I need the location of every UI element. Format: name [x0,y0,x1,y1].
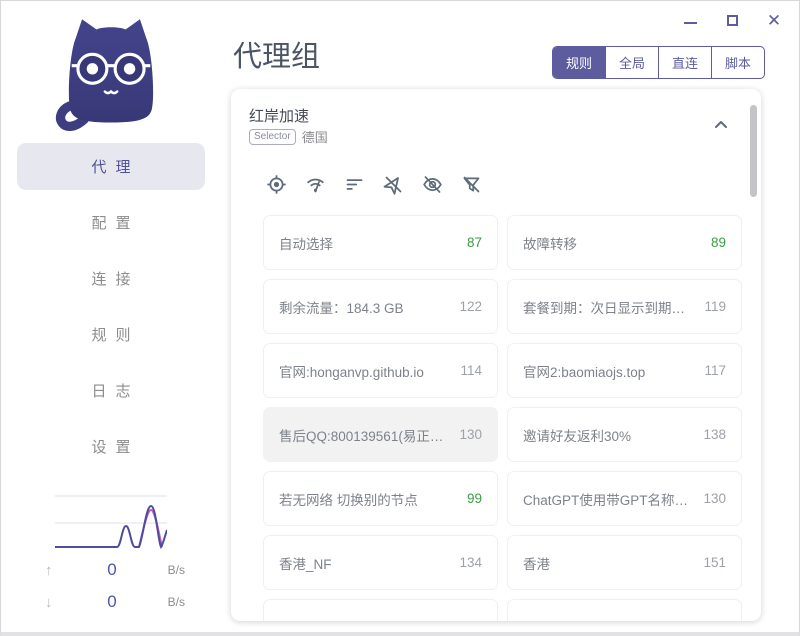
filter-off-icon[interactable] [460,173,482,195]
proxy-name: 售后QQ:800139561(易正… [279,428,444,444]
proxy-name: 香港_NF [279,556,332,572]
proxy-card[interactable]: 剩余流量：184.3 GB 122 [263,279,498,334]
proxy-latency: 119 [704,299,726,314]
proxy-card[interactable]: 自动选择 87 [263,215,498,270]
proxy-name: 故障转移 [523,236,577,252]
proxy-card[interactable]: 香港 151 [507,535,742,590]
upload-value: 0 [107,560,117,579]
proxy-latency: 130 [459,427,482,442]
mode-tabs: 规则 全局 直连 脚本 [551,46,765,79]
proxy-name: 自动选择 [279,236,333,252]
proxy-card[interactable]: 若无网络 切换别的节点 99 [263,471,498,526]
proxy-latency: 130 [703,491,726,506]
collapse-group-button[interactable] [709,113,733,137]
upload-arrow-icon: ↑ [45,561,53,579]
proxy-name: ChatGPT使用带GPT名称… [523,492,689,508]
sidebar-nav: 代理 配置 连接 规则 日志 设置 [1,143,221,470]
sidebar-item-connections[interactable]: 连接 [17,255,205,302]
proxy-latency: 87 [466,235,482,250]
minimize-icon [683,22,697,24]
proxy-latency: 117 [704,363,726,378]
close-icon: ✕ [766,10,782,30]
proxy-card[interactable]: 邀请好友返利30% 138 [507,407,742,462]
proxy-card[interactable]: 香港_NF 134 [263,535,498,590]
chevron-up-icon [715,121,727,128]
proxy-card[interactable]: 官网:honganvp.github.io 114 [263,343,498,398]
proxy-latency: 114 [460,363,482,378]
proxy-card[interactable]: 套餐到期：次日显示到期… 119 [507,279,742,334]
download-value: 0 [107,592,117,611]
proxy-latency: 122 [459,299,482,314]
main-area: 代理组 规则 全局 直连 脚本 红岸加速 Selector 德国 自动选择 87… [221,1,800,632]
upload-unit: B/s [167,563,185,577]
proxy-name: 若无网络 切换别的节点 [279,492,418,508]
proxy-latency: 99 [466,491,482,506]
proxy-latency: 134 [459,555,482,570]
proxy-card-partial[interactable] [507,599,742,621]
proxy-name: 剩余流量：184.3 GB [279,300,404,316]
proxy-hidden-icon[interactable] [382,173,404,195]
tab-script[interactable]: 脚本 [710,47,764,78]
traffic-graph [55,495,167,549]
sidebar-item-proxies[interactable]: 代理 [17,143,205,190]
download-row: ↓ 0 B/s [45,592,185,612]
sidebar-item-logs[interactable]: 日志 [17,367,205,414]
proxy-name: 官网:honganvp.github.io [279,364,424,380]
group-toolbar [265,173,482,195]
window-controls: ✕ [681,11,783,29]
sort-icon[interactable] [343,173,365,195]
maximize-icon [726,14,738,26]
sidebar: 代理 配置 连接 规则 日志 设置 ↑ 0 B/s ↓ 0 B/s [1,1,221,632]
group-name: 红岸加速 [249,108,310,125]
proxy-name: 官网2:baomiaojs.top [523,364,646,380]
traffic-widget: ↑ 0 B/s ↓ 0 B/s [1,486,221,624]
proxy-name: 香港 [523,556,550,572]
page-title: 代理组 [233,41,321,73]
download-arrow-icon: ↓ [45,593,53,611]
sidebar-item-rules[interactable]: 规则 [17,311,205,358]
proxy-group-panel: 红岸加速 Selector 德国 自动选择 87 故障转移 89 剩余流量：18… [231,89,761,621]
proxy-latency: 138 [703,427,726,442]
group-current-node: 德国 [301,130,328,145]
proxy-card[interactable]: 故障转移 89 [507,215,742,270]
proxy-card[interactable]: 售后QQ:800139561(易正… 130 [263,407,498,462]
panel-scrollbar[interactable] [750,105,757,197]
sidebar-item-profiles[interactable]: 配置 [17,199,205,246]
minimize-button[interactable] [681,11,699,29]
upload-row: ↑ 0 B/s [45,560,185,580]
close-button[interactable]: ✕ [765,11,783,29]
proxy-card[interactable]: ChatGPT使用带GPT名称… 130 [507,471,742,526]
maximize-button[interactable] [723,11,741,29]
download-unit: B/s [167,595,185,609]
tab-global[interactable]: 全局 [604,47,658,78]
group-type-badge: Selector [249,128,296,145]
tab-rule[interactable]: 规则 [552,47,605,78]
proxy-name: 套餐到期：次日显示到期… [523,300,685,316]
locate-current-icon[interactable] [265,173,287,195]
delay-test-icon[interactable] [304,173,326,195]
proxy-latency: 151 [703,555,726,570]
sidebar-item-settings[interactable]: 设置 [17,423,205,470]
proxy-grid: 自动选择 87 故障转移 89 剩余流量：184.3 GB 122 套餐到期：次… [263,215,742,621]
visibility-off-icon[interactable] [421,173,443,195]
proxy-name: 邀请好友返利30% [523,428,632,444]
tab-direct[interactable]: 直连 [657,47,711,78]
proxy-latency: 89 [710,235,726,250]
app-logo-cat-icon [55,19,154,131]
proxy-card[interactable]: 官网2:baomiaojs.top 117 [507,343,742,398]
proxy-card-partial[interactable] [263,599,498,621]
